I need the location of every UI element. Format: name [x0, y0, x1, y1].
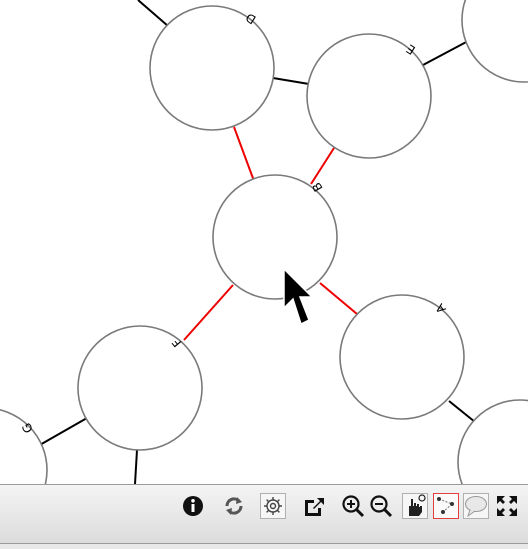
graph-node-offscreen-bottom-right[interactable] — [457, 399, 528, 484]
edge-f-g[interactable] — [37, 417, 88, 447]
pan-button[interactable] — [402, 493, 428, 519]
graph-node-d[interactable] — [149, 5, 275, 131]
zoom-in-button[interactable] — [340, 493, 366, 519]
pan-hand-icon — [409, 494, 426, 516]
graph-node-b[interactable] — [212, 174, 338, 300]
info-icon — [183, 496, 203, 516]
bottom-edge — [0, 544, 528, 549]
edge-b-f[interactable] — [183, 284, 234, 341]
refresh-button[interactable] — [221, 493, 247, 519]
edge-offscreen-d[interactable] — [137, 0, 169, 27]
graph-node-a[interactable] — [339, 294, 465, 420]
edge-d-e[interactable] — [272, 77, 310, 85]
graph-node-g[interactable] — [0, 408, 48, 484]
graph-canvas[interactable]: D E B A F G — [0, 0, 528, 484]
settings-button[interactable] — [260, 493, 286, 519]
info-button[interactable] — [180, 493, 206, 519]
edge-a-offscreen[interactable] — [448, 400, 476, 423]
speech-bubble-icon — [465, 496, 487, 517]
select-graph-button[interactable] — [433, 493, 459, 519]
edge-b-e[interactable] — [310, 147, 335, 185]
graph-toolbar — [0, 484, 528, 544]
zoom-out-button[interactable] — [368, 493, 394, 519]
graph-node-f[interactable] — [77, 325, 203, 451]
edge-f-offscreen[interactable] — [134, 449, 138, 484]
edge-e-offscreen[interactable] — [422, 39, 471, 66]
mouse-cursor-icon — [283, 268, 313, 326]
select-graph-icon — [437, 497, 454, 514]
edge-b-d[interactable] — [233, 126, 255, 182]
export-icon — [305, 498, 324, 516]
refresh-icon — [225, 497, 243, 515]
comment-button[interactable] — [463, 493, 489, 519]
settings-icon — [264, 497, 282, 515]
graph-node-offscreen-top-right[interactable] — [461, 0, 528, 83]
fullscreen-button[interactable] — [494, 493, 520, 519]
fullscreen-icon — [497, 496, 517, 516]
export-button[interactable] — [301, 493, 327, 519]
zoom-in-icon — [342, 495, 365, 518]
edge-b-a[interactable] — [319, 282, 358, 315]
zoom-out-icon — [370, 495, 393, 518]
